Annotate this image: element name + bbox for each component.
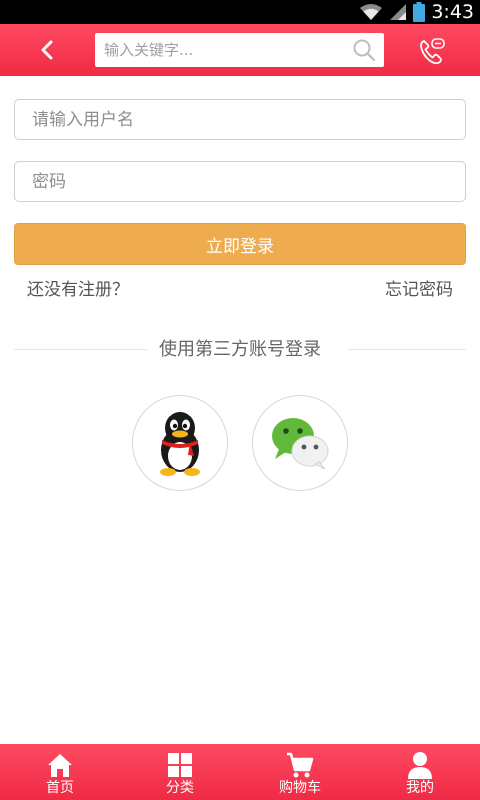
wechat-login-button[interactable] — [252, 395, 348, 491]
login-button[interactable]: 立即登录 — [14, 223, 466, 265]
nav-label-cart: 购物车 — [279, 780, 321, 796]
search-box — [95, 33, 384, 67]
nav-label-home: 首页 — [46, 780, 74, 796]
password-field-wrapper — [14, 161, 466, 202]
cart-icon — [287, 752, 314, 778]
qq-icon — [160, 412, 200, 476]
user-icon — [408, 752, 432, 779]
wechat-icon — [272, 418, 329, 470]
back-arrow-icon — [41, 40, 53, 60]
nav-label-mine: 我的 — [406, 780, 434, 796]
third-party-title-text: 使用第三方账号登录 — [147, 339, 333, 360]
register-link[interactable]: 还没有注册？ — [27, 279, 129, 301]
username-input[interactable] — [15, 100, 465, 139]
nav-item-mine[interactable]: 我的 — [360, 744, 480, 800]
bottom-nav: 首页 分类 购物车 我的 — [0, 744, 480, 800]
forgot-password-link[interactable]: 忘记密码 — [385, 279, 453, 301]
wifi-icon — [360, 4, 383, 20]
contact-phone-button[interactable] — [417, 36, 447, 66]
status-time: 3:43 — [431, 1, 474, 23]
back-button[interactable] — [30, 34, 64, 66]
search-icon[interactable] — [352, 38, 376, 62]
nav-label-category: 分类 — [166, 780, 194, 796]
search-input[interactable] — [95, 33, 345, 67]
nav-item-home[interactable]: 首页 — [0, 744, 120, 800]
header-bar — [0, 24, 480, 76]
category-grid-icon — [168, 753, 192, 777]
password-input[interactable] — [15, 162, 465, 201]
third-party-title: 使用第三方账号登录 — [0, 338, 480, 362]
status-indicators: 3:43 — [359, 0, 474, 24]
nav-item-category[interactable]: 分类 — [120, 744, 240, 800]
qq-login-button[interactable] — [132, 395, 228, 491]
status-bar: 3:43 — [0, 0, 480, 24]
battery-icon — [413, 2, 426, 22]
username-field-wrapper — [14, 99, 466, 140]
signal-icon — [390, 4, 407, 20]
phone-message-icon — [420, 38, 445, 65]
nav-item-cart[interactable]: 购物车 — [240, 744, 360, 800]
home-icon — [48, 754, 72, 777]
